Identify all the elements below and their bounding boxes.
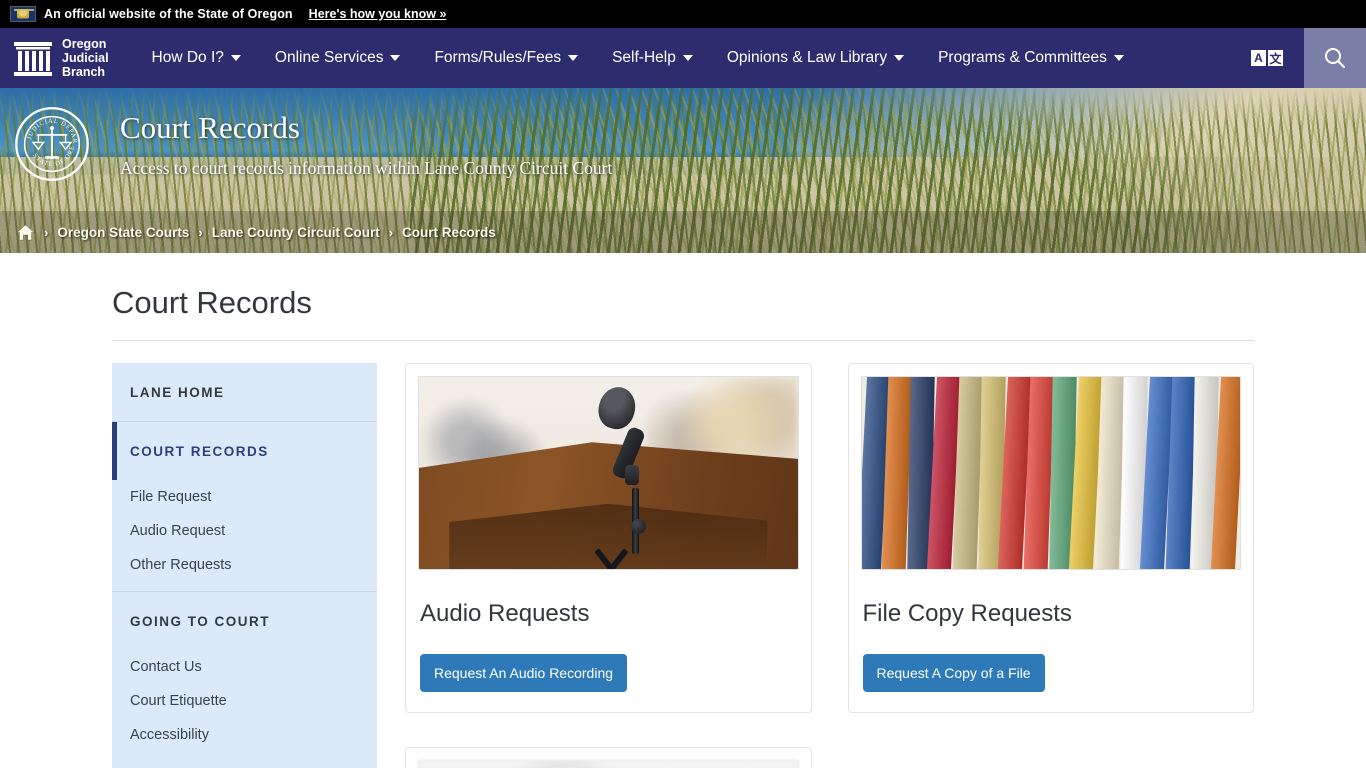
nav-item-label: How Do I? bbox=[151, 49, 224, 66]
nav-utility-area: A 文 bbox=[1250, 28, 1366, 88]
sidebar-group-going-to-court: GOING TO COURT Contact Us Court Etiquett… bbox=[112, 592, 377, 761]
nav-item-programs-committees[interactable]: Programs & Committees bbox=[921, 28, 1141, 88]
chevron-down-icon bbox=[230, 55, 241, 61]
nav-item-opinions-law-library[interactable]: Opinions & Law Library bbox=[710, 28, 921, 88]
oregon-judicial-department-seal: JUDICIAL DEPARTMENT STATE OF OREGON bbox=[14, 106, 89, 181]
card-title-file-copy-requests: File Copy Requests bbox=[862, 600, 1072, 627]
request-copy-of-file-button[interactable]: Request A Copy of a File bbox=[862, 654, 1045, 692]
nav-item-how-do-i[interactable]: How Do I? bbox=[135, 28, 258, 88]
nav-item-label: Programs & Committees bbox=[938, 49, 1107, 66]
translate-cjk-glyph: 文 bbox=[1267, 49, 1284, 67]
breadcrumb: › Oregon State Courts › Lane County Circ… bbox=[0, 211, 1366, 253]
grayscale-documents-photo bbox=[418, 760, 799, 768]
sidebar-item-going-to-court[interactable]: GOING TO COURT bbox=[112, 592, 377, 650]
state-banner-text: An official website of the State of Oreg… bbox=[44, 7, 293, 21]
hero-title: Court Records bbox=[120, 110, 300, 145]
hero-subtitle: Access to court records information with… bbox=[120, 157, 613, 178]
card-third-request bbox=[405, 747, 812, 768]
tripod-leg bbox=[609, 548, 629, 569]
microphone-stand-knob bbox=[630, 519, 646, 535]
request-card-grid: Audio Requests Request An Audio Recordin… bbox=[405, 363, 1254, 768]
chevron-down-icon bbox=[568, 55, 579, 61]
main-navigation-bar: Oregon Judicial Branch How Do I? Online … bbox=[0, 28, 1366, 88]
microphone-head-icon bbox=[594, 382, 640, 433]
sidebar-group-court-records: COURT RECORDS File Request Audio Request… bbox=[112, 422, 377, 592]
nav-item-label: Self-Help bbox=[612, 49, 676, 66]
card-title-audio-requests: Audio Requests bbox=[420, 600, 590, 627]
nav-item-label: Opinions & Law Library bbox=[726, 49, 888, 66]
page-content: Court Records LANE HOME COURT RECORDS Fi… bbox=[0, 253, 1366, 768]
breadcrumb-separator: › bbox=[44, 224, 49, 240]
breadcrumb-separator: › bbox=[388, 224, 394, 240]
microphone-clip bbox=[625, 465, 640, 486]
nav-item-label: Online Services bbox=[274, 49, 384, 66]
brand-line-1: Oregon bbox=[62, 37, 107, 51]
breadcrumb-item-oregon-state-courts[interactable]: Oregon State Courts bbox=[57, 225, 189, 240]
chevron-down-icon bbox=[894, 55, 905, 61]
svg-text:STATE OF OREGON: STATE OF OREGON bbox=[14, 106, 76, 168]
nav-menu-items: How Do I? Online Services Forms/Rules/Fe… bbox=[125, 28, 1250, 88]
sidebar-item-file-request[interactable]: File Request bbox=[112, 480, 377, 514]
chevron-down-icon bbox=[390, 55, 401, 61]
translate-icon[interactable]: A 文 bbox=[1250, 49, 1284, 67]
nav-item-online-services[interactable]: Online Services bbox=[258, 28, 418, 88]
oregon-state-flag-icon bbox=[10, 6, 36, 22]
breadcrumb-item-lane-county-circuit-court[interactable]: Lane County Circuit Court bbox=[212, 225, 380, 240]
sidebar-item-accessibility[interactable]: Accessibility bbox=[112, 718, 377, 761]
search-icon bbox=[1325, 48, 1345, 68]
chevron-down-icon bbox=[1113, 55, 1124, 61]
sidebar-navigation: LANE HOME COURT RECORDS File Request Aud… bbox=[112, 363, 377, 768]
card-file-copy-requests: File Copy Requests Request A Copy of a F… bbox=[847, 363, 1254, 713]
courthouse-pillar-icon bbox=[14, 42, 52, 76]
nav-item-self-help[interactable]: Self-Help bbox=[595, 28, 710, 88]
sidebar-item-other-requests[interactable]: Other Requests bbox=[112, 548, 377, 591]
home-icon[interactable] bbox=[16, 224, 35, 241]
nav-item-label: Forms/Rules/Fees bbox=[434, 49, 562, 66]
brand-line-3: Branch bbox=[62, 65, 106, 79]
brand-line-2: Judicial bbox=[62, 51, 109, 65]
colored-file-folders-photo bbox=[860, 376, 1241, 570]
breadcrumb-separator: › bbox=[198, 224, 203, 240]
state-official-banner: An official website of the State of Oreg… bbox=[0, 0, 1366, 28]
brand-logo[interactable]: Oregon Judicial Branch bbox=[0, 28, 125, 88]
sidebar-group-lane-home: LANE HOME bbox=[112, 363, 377, 422]
hero-banner: JUDICIAL DEPARTMENT STATE OF OREGON Cour… bbox=[0, 88, 1366, 253]
heres-how-you-know-link[interactable]: Here's how you know » bbox=[309, 7, 447, 21]
sidebar-item-lane-home[interactable]: LANE HOME bbox=[112, 363, 377, 421]
microphone-tripod-legs bbox=[570, 545, 654, 569]
request-audio-recording-button[interactable]: Request An Audio Recording bbox=[420, 654, 628, 692]
translate-latin-glyph: A bbox=[1250, 49, 1267, 67]
microphone-witness-stand-photo bbox=[418, 376, 799, 570]
sidebar-item-audio-request[interactable]: Audio Request bbox=[112, 514, 377, 548]
page-title: Court Records bbox=[112, 285, 1254, 341]
search-button[interactable] bbox=[1304, 28, 1366, 88]
chevron-down-icon bbox=[682, 55, 693, 61]
sidebar-item-court-etiquette[interactable]: Court Etiquette bbox=[112, 684, 377, 718]
card-audio-requests: Audio Requests Request An Audio Recordin… bbox=[405, 363, 812, 713]
sidebar-item-court-records[interactable]: COURT RECORDS bbox=[112, 422, 377, 480]
nav-item-forms-rules-fees[interactable]: Forms/Rules/Fees bbox=[417, 28, 595, 88]
sidebar-item-contact-us[interactable]: Contact Us bbox=[112, 650, 377, 684]
breadcrumb-item-court-records: Court Records bbox=[402, 224, 496, 240]
